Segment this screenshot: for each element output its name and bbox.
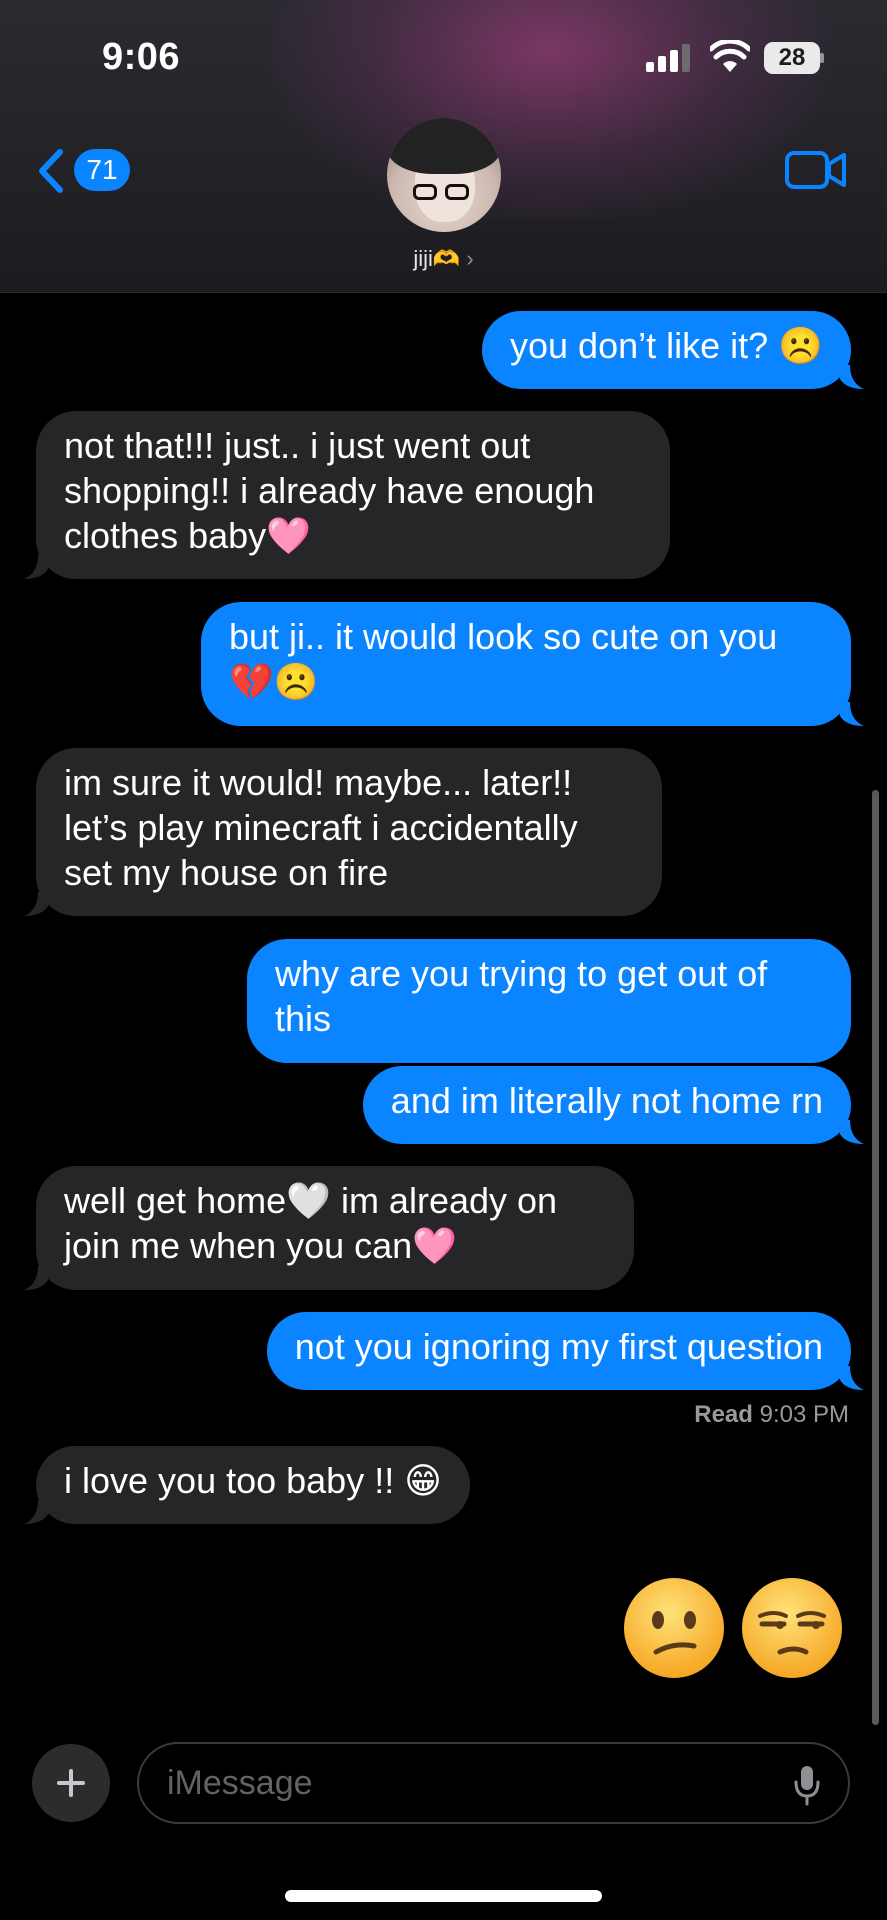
message-bubble-received[interactable]: not that!!! just.. i just went out shopp…: [36, 411, 670, 579]
bubble-tail: [24, 1266, 48, 1290]
bubble-tail: [840, 1120, 864, 1144]
status-time: 9:06: [102, 36, 181, 78]
chevron-right-icon: ›: [466, 246, 474, 271]
message-bubble-sent[interactable]: but ji.. it would look so cute on you 💔☹…: [201, 602, 851, 726]
header-divider: [0, 292, 887, 293]
contact-name-button[interactable]: jiji🫶 ›: [0, 246, 887, 272]
message-input-placeholder: iMessage: [167, 1764, 313, 1802]
contact-name: jiji🫶: [413, 246, 461, 271]
message-bubble-sent[interactable]: not you ignoring my first question: [266, 1312, 851, 1390]
bubble-tail: [840, 702, 864, 726]
cellular-signal-icon: [646, 44, 694, 72]
message-bubble-sent[interactable]: you don’t like it? ☹️: [482, 311, 851, 389]
bubble-tail: [24, 892, 48, 916]
video-call-icon[interactable]: [784, 148, 848, 192]
message-bubble-sent[interactable]: why are you trying to get out of this: [247, 939, 851, 1063]
message-bubble-received[interactable]: well get home🤍 im already on join me whe…: [36, 1166, 634, 1290]
scrollbar[interactable]: [872, 790, 879, 1725]
read-receipt: Read 9:03 PM: [694, 1401, 849, 1429]
message-bubble-received[interactable]: im sure it would! maybe... later!! let’s…: [36, 748, 662, 916]
apps-plus-button[interactable]: [32, 1744, 110, 1822]
confused-face-emoji[interactable]: [622, 1576, 726, 1680]
message-bubble-sent[interactable]: and im literally not home rn: [362, 1066, 851, 1144]
microphone-icon[interactable]: [792, 1764, 822, 1806]
unread-count-badge: 71: [74, 149, 130, 191]
bubble-tail: [840, 365, 864, 389]
home-indicator[interactable]: [285, 1890, 602, 1902]
message-bubble-received[interactable]: i love you too baby !! 😁: [36, 1446, 470, 1524]
bubble-tail: [24, 1500, 48, 1524]
battery-icon: 28: [764, 42, 824, 74]
unamused-face-emoji[interactable]: [740, 1576, 844, 1680]
contact-avatar[interactable]: [387, 118, 501, 232]
read-time: 9:03 PM: [759, 1401, 849, 1428]
conversation-header: 9:06 28 71 jiji🫶 ›: [0, 0, 887, 293]
chevron-left-icon: [39, 149, 63, 193]
bubble-tail: [840, 1366, 864, 1390]
message-input[interactable]: iMessage: [137, 1742, 850, 1824]
wifi-icon: [710, 40, 750, 72]
battery-level: 28: [764, 42, 820, 74]
back-button[interactable]: 71: [36, 144, 136, 196]
read-label: Read: [694, 1401, 753, 1428]
bubble-tail: [24, 555, 48, 579]
